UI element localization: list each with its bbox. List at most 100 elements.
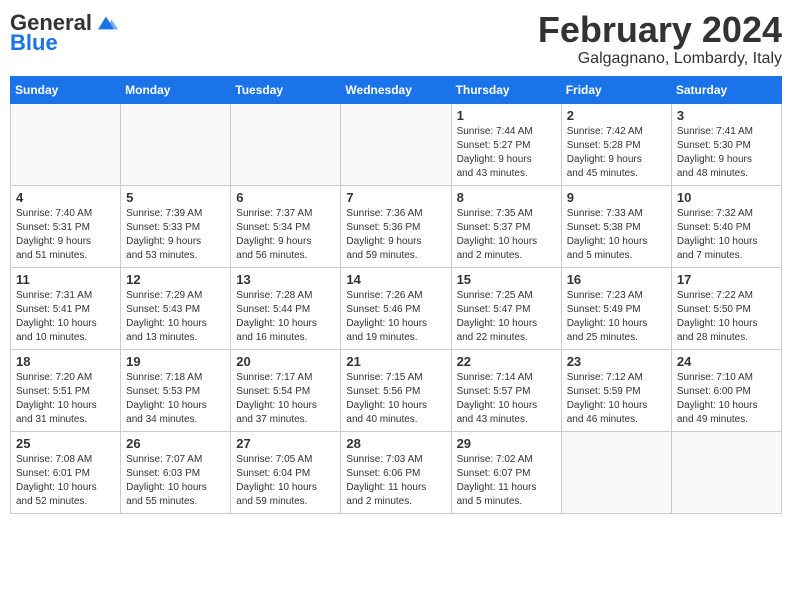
day-number: 13 xyxy=(236,272,335,287)
day-info: Sunrise: 7:29 AM Sunset: 5:43 PM Dayligh… xyxy=(126,289,225,345)
day-number: 16 xyxy=(567,272,666,287)
calendar-week-4: 18 Sunrise: 7:20 AM Sunset: 5:51 PM Dayli… xyxy=(11,349,782,431)
calendar-cell: 21 Sunrise: 7:15 AM Sunset: 5:56 PM Dayli… xyxy=(341,349,451,431)
day-number: 5 xyxy=(126,190,225,205)
calendar-week-1: 1 Sunrise: 7:44 AM Sunset: 5:27 PM Daylig… xyxy=(11,103,782,185)
logo-blue-text: Blue xyxy=(10,30,58,56)
calendar-cell: 4 Sunrise: 7:40 AM Sunset: 5:31 PM Daylig… xyxy=(11,185,121,267)
calendar-cell: 18 Sunrise: 7:20 AM Sunset: 5:51 PM Dayli… xyxy=(11,349,121,431)
day-number: 26 xyxy=(126,436,225,451)
calendar-cell: 25 Sunrise: 7:08 AM Sunset: 6:01 PM Dayli… xyxy=(11,431,121,513)
day-info: Sunrise: 7:26 AM Sunset: 5:46 PM Dayligh… xyxy=(346,289,445,345)
day-info: Sunrise: 7:44 AM Sunset: 5:27 PM Dayligh… xyxy=(457,125,556,181)
title-block: February 2024 Galgagnano, Lombardy, Ital… xyxy=(538,10,782,68)
day-number: 1 xyxy=(457,108,556,123)
day-info: Sunrise: 7:35 AM Sunset: 5:37 PM Dayligh… xyxy=(457,207,556,263)
day-number: 23 xyxy=(567,354,666,369)
calendar-cell xyxy=(341,103,451,185)
calendar-cell: 3 Sunrise: 7:41 AM Sunset: 5:30 PM Daylig… xyxy=(671,103,781,185)
day-info: Sunrise: 7:08 AM Sunset: 6:01 PM Dayligh… xyxy=(16,453,115,509)
day-info: Sunrise: 7:31 AM Sunset: 5:41 PM Dayligh… xyxy=(16,289,115,345)
location-text: Galgagnano, Lombardy, Italy xyxy=(538,50,782,68)
day-info: Sunrise: 7:17 AM Sunset: 5:54 PM Dayligh… xyxy=(236,371,335,427)
day-info: Sunrise: 7:07 AM Sunset: 6:03 PM Dayligh… xyxy=(126,453,225,509)
calendar-cell: 24Sunrise: 7:10 AM Sunset: 6:00 PM Dayli… xyxy=(671,349,781,431)
month-title: February 2024 xyxy=(538,10,782,50)
day-number: 25 xyxy=(16,436,115,451)
calendar-cell xyxy=(231,103,341,185)
calendar-cell: 6 Sunrise: 7:37 AM Sunset: 5:34 PM Daylig… xyxy=(231,185,341,267)
calendar-cell: 1 Sunrise: 7:44 AM Sunset: 5:27 PM Daylig… xyxy=(451,103,561,185)
page-header: General Blue February 2024 Galgagnano, L… xyxy=(10,10,782,68)
calendar-cell: 5 Sunrise: 7:39 AM Sunset: 5:33 PM Daylig… xyxy=(121,185,231,267)
calendar-cell: 22Sunrise: 7:14 AM Sunset: 5:57 PM Dayli… xyxy=(451,349,561,431)
weekday-header-friday: Friday xyxy=(561,76,671,103)
calendar-week-2: 4 Sunrise: 7:40 AM Sunset: 5:31 PM Daylig… xyxy=(11,185,782,267)
day-number: 21 xyxy=(346,354,445,369)
day-number: 20 xyxy=(236,354,335,369)
weekday-header-sunday: Sunday xyxy=(11,76,121,103)
day-info: Sunrise: 7:02 AM Sunset: 6:07 PM Dayligh… xyxy=(457,453,556,509)
weekday-header-thursday: Thursday xyxy=(451,76,561,103)
day-info: Sunrise: 7:15 AM Sunset: 5:56 PM Dayligh… xyxy=(346,371,445,427)
calendar-table: SundayMondayTuesdayWednesdayThursdayFrid… xyxy=(10,76,782,514)
calendar-cell: 17 Sunrise: 7:22 AM Sunset: 5:50 PM Dayli… xyxy=(671,267,781,349)
weekday-header-saturday: Saturday xyxy=(671,76,781,103)
day-info: Sunrise: 7:32 AM Sunset: 5:40 PM Dayligh… xyxy=(677,207,776,263)
day-number: 11 xyxy=(16,272,115,287)
day-info: Sunrise: 7:41 AM Sunset: 5:30 PM Dayligh… xyxy=(677,125,776,181)
calendar-cell: 28 Sunrise: 7:03 AM Sunset: 6:06 PM Dayli… xyxy=(341,431,451,513)
day-info: Sunrise: 7:03 AM Sunset: 6:06 PM Dayligh… xyxy=(346,453,445,509)
day-info: Sunrise: 7:22 AM Sunset: 5:50 PM Dayligh… xyxy=(677,289,776,345)
calendar-cell: 8 Sunrise: 7:35 AM Sunset: 5:37 PM Daylig… xyxy=(451,185,561,267)
logo: General Blue xyxy=(10,10,118,56)
day-number: 29 xyxy=(457,436,556,451)
day-number: 18 xyxy=(16,354,115,369)
day-info: Sunrise: 7:20 AM Sunset: 5:51 PM Dayligh… xyxy=(16,371,115,427)
day-info: Sunrise: 7:40 AM Sunset: 5:31 PM Dayligh… xyxy=(16,207,115,263)
calendar-cell: 14Sunrise: 7:26 AM Sunset: 5:46 PM Dayli… xyxy=(341,267,451,349)
day-number: 6 xyxy=(236,190,335,205)
day-number: 24 xyxy=(677,354,776,369)
day-info: Sunrise: 7:25 AM Sunset: 5:47 PM Dayligh… xyxy=(457,289,556,345)
calendar-cell: 29 Sunrise: 7:02 AM Sunset: 6:07 PM Dayli… xyxy=(451,431,561,513)
day-number: 2 xyxy=(567,108,666,123)
calendar-cell: 26 Sunrise: 7:07 AM Sunset: 6:03 PM Dayli… xyxy=(121,431,231,513)
calendar-cell xyxy=(121,103,231,185)
calendar-cell: 13 Sunrise: 7:28 AM Sunset: 5:44 PM Dayli… xyxy=(231,267,341,349)
day-info: Sunrise: 7:42 AM Sunset: 5:28 PM Dayligh… xyxy=(567,125,666,181)
calendar-cell: 10 Sunrise: 7:32 AM Sunset: 5:40 PM Dayli… xyxy=(671,185,781,267)
day-number: 12 xyxy=(126,272,225,287)
day-number: 19 xyxy=(126,354,225,369)
day-info: Sunrise: 7:18 AM Sunset: 5:53 PM Dayligh… xyxy=(126,371,225,427)
day-info: Sunrise: 7:33 AM Sunset: 5:38 PM Dayligh… xyxy=(567,207,666,263)
day-number: 3 xyxy=(677,108,776,123)
calendar-cell xyxy=(671,431,781,513)
weekday-header-monday: Monday xyxy=(121,76,231,103)
day-info: Sunrise: 7:05 AM Sunset: 6:04 PM Dayligh… xyxy=(236,453,335,509)
calendar-cell: 2 Sunrise: 7:42 AM Sunset: 5:28 PM Daylig… xyxy=(561,103,671,185)
calendar-cell: 27Sunrise: 7:05 AM Sunset: 6:04 PM Dayli… xyxy=(231,431,341,513)
day-number: 17 xyxy=(677,272,776,287)
day-info: Sunrise: 7:23 AM Sunset: 5:49 PM Dayligh… xyxy=(567,289,666,345)
day-info: Sunrise: 7:37 AM Sunset: 5:34 PM Dayligh… xyxy=(236,207,335,263)
day-info: Sunrise: 7:28 AM Sunset: 5:44 PM Dayligh… xyxy=(236,289,335,345)
day-number: 9 xyxy=(567,190,666,205)
calendar-cell: 15 Sunrise: 7:25 AM Sunset: 5:47 PM Dayli… xyxy=(451,267,561,349)
day-number: 4 xyxy=(16,190,115,205)
calendar-cell: 16 Sunrise: 7:23 AM Sunset: 5:49 PM Dayli… xyxy=(561,267,671,349)
day-info: Sunrise: 7:39 AM Sunset: 5:33 PM Dayligh… xyxy=(126,207,225,263)
day-number: 8 xyxy=(457,190,556,205)
day-number: 28 xyxy=(346,436,445,451)
day-info: Sunrise: 7:14 AM Sunset: 5:57 PM Dayligh… xyxy=(457,371,556,427)
calendar-cell: 19 Sunrise: 7:18 AM Sunset: 5:53 PM Dayli… xyxy=(121,349,231,431)
day-number: 10 xyxy=(677,190,776,205)
day-number: 15 xyxy=(457,272,556,287)
calendar-cell: 11 Sunrise: 7:31 AM Sunset: 5:41 PM Dayli… xyxy=(11,267,121,349)
logo-icon xyxy=(94,11,118,35)
day-info: Sunrise: 7:12 AM Sunset: 5:59 PM Dayligh… xyxy=(567,371,666,427)
calendar-cell xyxy=(11,103,121,185)
calendar-cell: 12 Sunrise: 7:29 AM Sunset: 5:43 PM Dayli… xyxy=(121,267,231,349)
day-info: Sunrise: 7:36 AM Sunset: 5:36 PM Dayligh… xyxy=(346,207,445,263)
weekday-header-wednesday: Wednesday xyxy=(341,76,451,103)
